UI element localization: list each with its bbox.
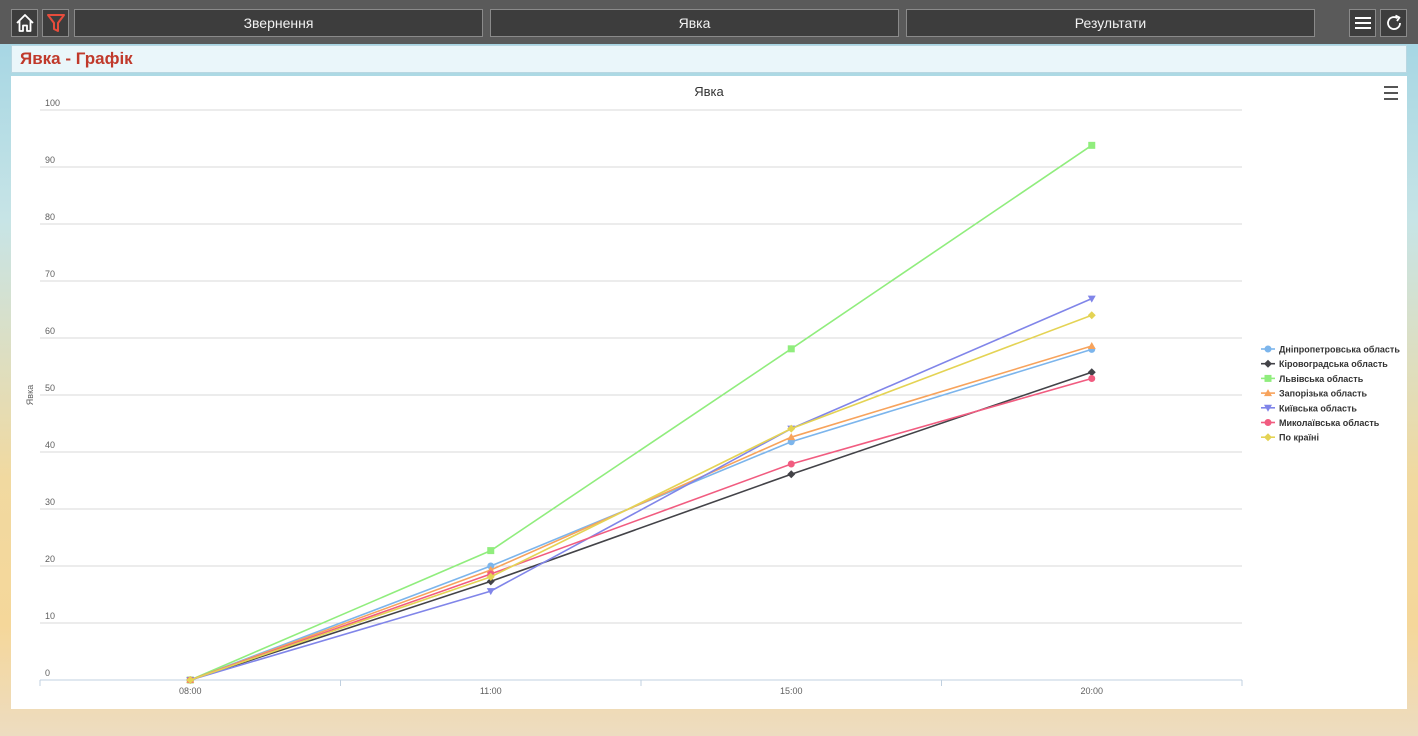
- series-line-3: [189, 345, 1092, 681]
- y-tick-label: 60: [45, 326, 55, 336]
- menu-icon: [1354, 17, 1371, 29]
- y-tick-label: 90: [45, 155, 55, 165]
- legend-item-label: Миколаївська область: [1279, 418, 1380, 428]
- page-title: Явка - Графік: [20, 49, 133, 68]
- y-tick-label: 70: [45, 269, 55, 279]
- chart-title: Явка: [694, 84, 724, 99]
- legend-item-label: Дніпропетровська область: [1279, 345, 1400, 355]
- data-point-series-6[interactable]: [1087, 311, 1096, 320]
- y-tick-label: 100: [45, 98, 60, 108]
- home-button[interactable]: [11, 9, 38, 37]
- y-tick-label: 80: [45, 212, 55, 222]
- data-point-series-5[interactable]: [1088, 374, 1096, 382]
- x-tick-label: 20:00: [1080, 686, 1103, 696]
- home-icon: [15, 14, 34, 32]
- legend-marker[interactable]: [1264, 433, 1272, 442]
- tab-yavka[interactable]: Явка: [490, 9, 899, 37]
- series-line-5: [189, 377, 1092, 681]
- refresh-icon: [1386, 14, 1401, 30]
- legend-item-label: Кіровоградська область: [1279, 359, 1388, 369]
- x-tick-label: 15:00: [780, 686, 803, 696]
- y-tick-label: 50: [45, 383, 55, 393]
- data-point-series-2[interactable]: [787, 345, 795, 353]
- legend-marker[interactable]: [1264, 359, 1272, 368]
- data-point-series-1[interactable]: [787, 470, 796, 479]
- filter-icon: [46, 14, 65, 32]
- refresh-button[interactable]: [1380, 9, 1407, 37]
- y-axis-title: Явка: [25, 385, 35, 405]
- legend-marker[interactable]: [1264, 419, 1272, 426]
- legend-item-label: Львівська область: [1279, 374, 1364, 384]
- y-tick-label: 10: [45, 611, 55, 621]
- filter-button[interactable]: [42, 9, 69, 37]
- y-tick-label: 0: [45, 668, 50, 678]
- y-tick-label: 40: [45, 440, 55, 450]
- y-tick-label: 20: [45, 554, 55, 564]
- menu-button[interactable]: [1349, 9, 1376, 37]
- legend-item-label: Запорізька область: [1279, 389, 1368, 399]
- data-point-series-2[interactable]: [487, 547, 495, 555]
- page-title-bar: Явка - Графік: [11, 45, 1407, 73]
- legend-marker[interactable]: [1264, 345, 1272, 353]
- top-toolbar: Звернення Явка Результати: [0, 0, 1418, 44]
- x-tick-label: 08:00: [179, 686, 202, 696]
- chart-context-menu-icon[interactable]: [1384, 86, 1398, 100]
- tab-rezultaty[interactable]: Результати: [906, 9, 1315, 37]
- y-tick-label: 30: [45, 497, 55, 507]
- legend-item-label: Київська область: [1279, 403, 1357, 413]
- data-point-series-5[interactable]: [787, 460, 795, 468]
- chart-panel: Явка 0 10 20 30 40 50 60 70 80 90 100 08:00 11:00 15:0…: [11, 76, 1407, 709]
- x-tick-label: 11:00: [480, 686, 502, 696]
- data-point-series-2[interactable]: [1088, 141, 1096, 149]
- tab-zvernennia[interactable]: Звернення: [74, 9, 483, 37]
- data-point-series-3[interactable]: [1087, 341, 1096, 349]
- legend-marker[interactable]: [1264, 374, 1272, 382]
- series-line-2: [189, 144, 1093, 681]
- turnout-line-chart: Явка 0 10 20 30 40 50 60 70 80 90 100 08:00 11:00 15:0…: [25, 84, 1400, 696]
- series-line-6: [189, 314, 1093, 681]
- legend-item-label: По країні: [1279, 433, 1319, 443]
